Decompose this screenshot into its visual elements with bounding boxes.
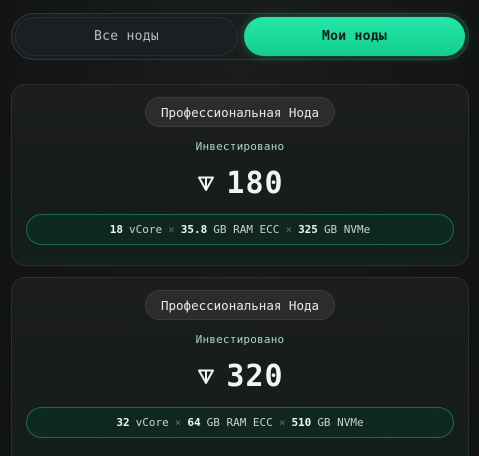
cpu-unit: vCore <box>135 416 169 429</box>
node-card[interactable]: Профессиональная Нода Инвестировано 320 … <box>11 277 469 456</box>
ton-icon <box>198 176 215 191</box>
node-type-badge: Профессиональная Нода <box>144 97 336 127</box>
invested-label: Инвестировано <box>195 140 285 153</box>
spec-separator: × <box>174 416 182 429</box>
invested-amount-row: 180 <box>12 165 468 201</box>
spec-separator: × <box>278 416 286 429</box>
tab-my-nodes[interactable]: Мои ноды <box>244 17 465 56</box>
spec-separator: × <box>168 223 175 236</box>
spec-separator: × <box>285 223 293 236</box>
ram-unit: GB RAM ECC <box>206 416 273 429</box>
ram-unit: GB RAM ECC <box>213 223 280 236</box>
invested-amount-row: 320 <box>12 358 468 394</box>
ram-value: 35.8 <box>180 223 208 236</box>
cpu-value: 32 <box>116 416 130 429</box>
invested-amount: 320 <box>226 358 284 394</box>
cpu-unit: vCore <box>128 223 163 236</box>
cpu-value: 18 <box>109 223 123 236</box>
node-specs: 32 vCore × 64 GB RAM ECC × 510 GB NVMe <box>26 407 454 438</box>
node-specs: 18 vCore × 35.8 GB RAM ECC × 325 GB NVMe <box>26 214 454 245</box>
invested-amount: 180 <box>226 165 284 201</box>
invested-label: Инвестировано <box>195 333 285 346</box>
node-card[interactable]: Профессиональная Нода Инвестировано 180 … <box>11 84 469 266</box>
disk-value: 325 <box>298 223 318 236</box>
tab-all-nodes[interactable]: Все ноды <box>15 17 238 56</box>
node-tabs: Все ноды Мои ноды <box>11 13 469 60</box>
disk-value: 510 <box>291 416 312 429</box>
ram-value: 64 <box>187 416 201 429</box>
node-type-badge: Профессиональная Нода <box>144 290 336 320</box>
ton-icon <box>198 369 215 384</box>
disk-unit: GB NVMe <box>323 223 371 236</box>
disk-unit: GB NVMe <box>317 416 364 429</box>
